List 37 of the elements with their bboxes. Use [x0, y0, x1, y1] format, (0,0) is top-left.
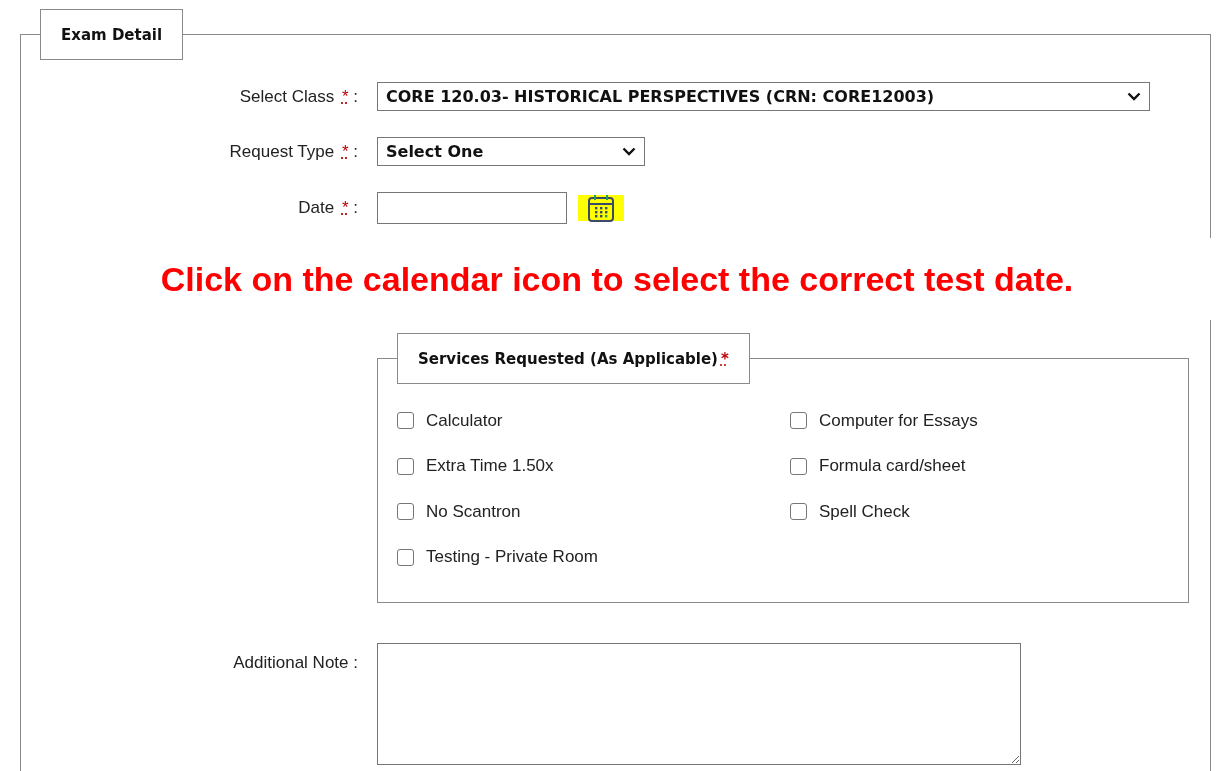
instruction-text: Click on the calendar icon to select the correct test date. — [160, 259, 1074, 299]
checkbox[interactable] — [397, 412, 414, 430]
checkbox[interactable] — [790, 457, 807, 475]
option-label: Computer for Essays — [819, 410, 978, 431]
panel-legend: Services Requested (As Applicable) — [418, 349, 718, 368]
field-label: Date — [298, 198, 335, 217]
option-label: Formula card/sheet — [819, 456, 966, 477]
required-mark: * — [341, 86, 349, 106]
field-label: Select Class — [239, 86, 335, 106]
panel-legend: Exam Detail — [40, 9, 184, 60]
option-label: Spell Check — [819, 501, 910, 522]
required-mark: * — [341, 141, 349, 161]
calendar-button[interactable] — [578, 195, 624, 221]
field-label: Additional Note — [233, 653, 349, 672]
chevron-icon — [1127, 92, 1141, 101]
checkbox[interactable] — [790, 503, 807, 521]
note-field[interactable] — [377, 643, 1021, 765]
date-field[interactable] — [377, 192, 567, 224]
field-label: Request Type — [229, 141, 335, 161]
option-label: Calculator — [426, 410, 503, 431]
dropdown[interactable]: CORE 120.03- HISTORICAL PERSPECTIVES (CRN: CORE12003) — [377, 82, 1150, 111]
checkbox[interactable] — [397, 457, 414, 475]
dropdown[interactable]: Select One — [377, 137, 645, 166]
label-colon: : — [353, 198, 358, 217]
label-colon: : — [353, 86, 358, 106]
checkbox[interactable] — [790, 412, 807, 430]
checkbox[interactable] — [397, 548, 414, 566]
label-colon: : — [353, 141, 358, 161]
required-mark: * — [720, 349, 729, 368]
checkbox[interactable] — [397, 503, 414, 521]
option-label: Testing - Private Room — [426, 547, 598, 568]
label-colon: : — [353, 653, 358, 672]
option-label: No Scantron — [426, 501, 521, 522]
calendar-icon — [586, 193, 616, 223]
required-mark: * — [341, 198, 349, 217]
option-label: Extra Time 1.50x — [426, 456, 554, 477]
chevron-icon — [622, 147, 636, 156]
